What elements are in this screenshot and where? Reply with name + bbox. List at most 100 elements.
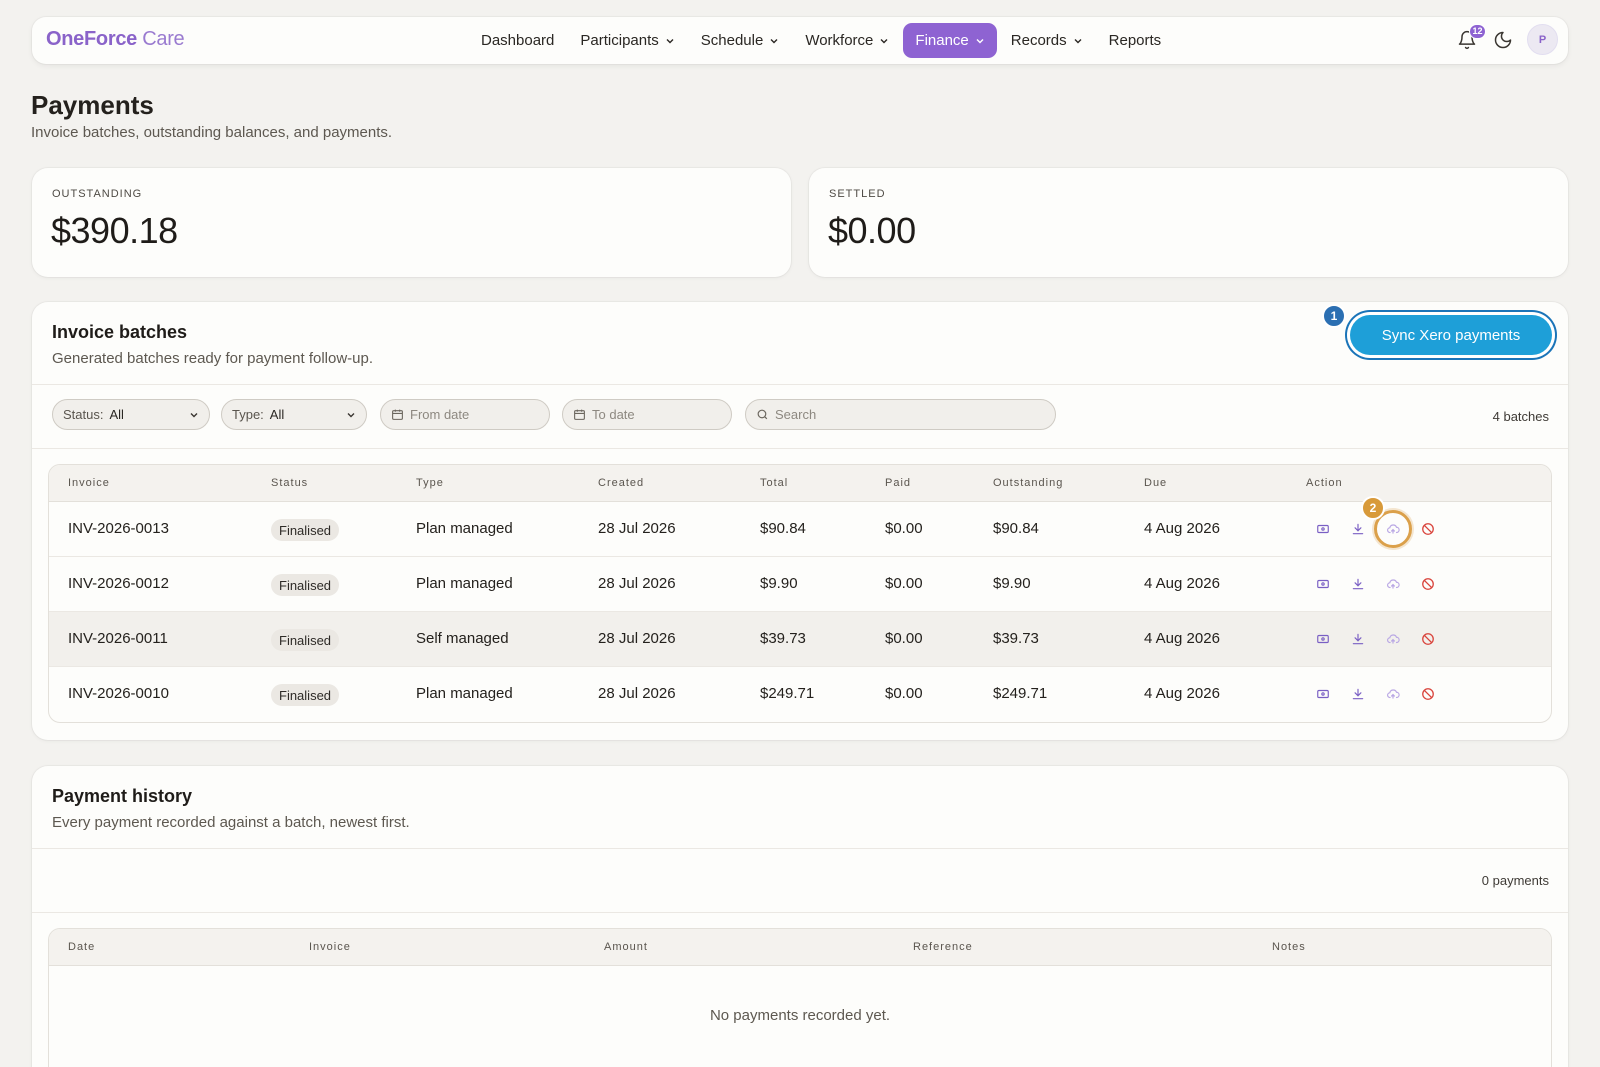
step-marker: 1 — [1322, 304, 1346, 328]
status-filter-value: All — [109, 407, 124, 422]
from-date-placeholder: From date — [410, 407, 470, 422]
page-title: Payments — [31, 90, 154, 120]
step-marker: 2 — [1361, 496, 1385, 520]
table-row[interactable]: INV-2026-0011 Finalised Self managed 28 Jul… — [49, 612, 1551, 667]
cell-due: 4 Aug 2026 — [1144, 520, 1220, 537]
main-menu: Dashboard Participants Schedule Workforce Fi… — [469, 23, 1173, 58]
cloud-sync-icon — [1387, 634, 1400, 644]
table-header: Date Invoice Amount Reference Notes — [49, 929, 1551, 966]
page-subtitle: Invoice batches, outstanding balances, a… — [31, 124, 393, 141]
search-icon — [757, 409, 768, 420]
cell-paid: $0.00 — [885, 520, 923, 537]
nav-item-reports[interactable]: Reports — [1097, 23, 1174, 58]
type-filter-label: Type: — [232, 407, 264, 422]
outstanding-value: $390.18 — [51, 210, 178, 251]
status-filter[interactable]: Status: All — [52, 399, 210, 430]
void-icon — [1422, 633, 1434, 645]
column-header-invoice: Invoice — [68, 477, 110, 489]
notification-count-badge: 12 — [1469, 23, 1486, 39]
calendar-icon — [574, 409, 585, 420]
section-title: Payment history — [52, 786, 193, 806]
settled-card: SETTLED $0.00 — [809, 168, 1568, 277]
column-header-paid: Paid — [885, 477, 912, 489]
sync-xero-button[interactable] — [1385, 631, 1401, 647]
nav-item-label: Records — [1010, 32, 1067, 49]
record-payment-button[interactable] — [1315, 576, 1331, 592]
download-button[interactable] — [1350, 631, 1366, 647]
sync-xero-button[interactable] — [1385, 686, 1401, 702]
cell-type: Plan managed — [416, 575, 513, 592]
cell-type: Plan managed — [416, 520, 513, 537]
nav-item-records[interactable]: Records — [999, 23, 1095, 58]
search-input[interactable]: Search — [745, 399, 1056, 430]
cell-due: 4 Aug 2026 — [1144, 630, 1220, 647]
record-payment-icon — [1317, 579, 1329, 589]
table-row[interactable]: INV-2026-0012 Finalised Plan managed 28 Jul… — [49, 557, 1551, 612]
to-date-field[interactable]: To date — [562, 399, 732, 430]
column-header-type: Type — [416, 477, 444, 489]
record-payment-button[interactable] — [1315, 686, 1331, 702]
sync-xero-button[interactable] — [1385, 576, 1401, 592]
cell-total: $9.90 — [760, 575, 798, 592]
theme-toggle-button[interactable] — [1491, 28, 1515, 52]
chevron-down-icon — [880, 38, 888, 43]
user-avatar[interactable]: P — [1527, 24, 1558, 55]
cell-outstanding: $249.71 — [993, 685, 1048, 702]
cell-total: $249.71 — [760, 685, 815, 702]
record-payment-button[interactable] — [1315, 521, 1331, 537]
nav-item-label: Reports — [1108, 32, 1162, 49]
notifications-button[interactable]: 12 — [1455, 23, 1486, 52]
nav-item-label: Workforce — [805, 32, 874, 49]
column-header-action: Action — [1306, 477, 1343, 489]
cloud-sync-icon — [1387, 689, 1400, 699]
chevron-down-icon — [190, 412, 198, 417]
nav-item-label: Finance — [915, 32, 969, 49]
void-button[interactable] — [1420, 686, 1436, 702]
settled-label: SETTLED — [829, 188, 886, 200]
status-badge: Finalised — [271, 684, 340, 706]
table-row[interactable]: INV-2026-0013 Finalised Plan managed 28 Jul… — [49, 496, 1551, 557]
nav-item-schedule[interactable]: Schedule — [689, 23, 792, 58]
download-icon — [1352, 578, 1364, 590]
invoice-batches-section: Invoice batches Generated batches ready … — [32, 302, 1568, 740]
cell-created: 28 Jul 2026 — [598, 685, 676, 702]
void-button[interactable] — [1420, 576, 1436, 592]
type-filter-value: All — [269, 407, 285, 422]
download-icon — [1352, 523, 1364, 535]
download-button[interactable] — [1350, 576, 1366, 592]
status-badge: Finalised — [271, 519, 340, 541]
nav-item-workforce[interactable]: Workforce — [793, 23, 901, 58]
record-payment-button[interactable] — [1315, 631, 1331, 647]
table-row[interactable]: INV-2026-0010 Finalised Plan managed 28 Jul… — [49, 667, 1551, 722]
cell-due: 4 Aug 2026 — [1144, 575, 1220, 592]
column-header-reference: Reference — [913, 941, 973, 953]
download-button[interactable] — [1350, 521, 1366, 537]
cell-invoice: INV-2026-0010 — [68, 685, 169, 702]
sync-xero-payments-button[interactable]: Sync Xero payments — [1350, 315, 1552, 355]
void-button[interactable] — [1420, 631, 1436, 647]
search-placeholder: Search — [775, 407, 817, 422]
moon-icon — [1494, 31, 1512, 48]
batch-count: 4 batches — [1492, 409, 1549, 424]
cell-created: 28 Jul 2026 — [598, 575, 676, 592]
section-subtitle: Every payment recorded against a batch, … — [52, 814, 410, 831]
chevron-down-icon — [770, 38, 778, 43]
outstanding-label: OUTSTANDING — [52, 188, 143, 200]
brand-name: OneForce — [46, 28, 137, 50]
nav-item-participants[interactable]: Participants — [568, 23, 686, 58]
cell-total: $90.84 — [760, 520, 806, 537]
download-button[interactable] — [1350, 686, 1366, 702]
void-button[interactable] — [1420, 521, 1436, 537]
cell-due: 4 Aug 2026 — [1144, 685, 1220, 702]
nav-item-finance[interactable]: Finance — [903, 23, 997, 58]
chevron-down-icon — [666, 38, 674, 43]
nav-item-label: Dashboard — [481, 32, 555, 49]
type-filter[interactable]: Type: All — [221, 399, 367, 430]
nav-item-dashboard[interactable]: Dashboard — [469, 23, 566, 58]
record-payment-icon — [1317, 689, 1329, 699]
from-date-field[interactable]: From date — [380, 399, 550, 430]
column-header-notes: Notes — [1272, 941, 1306, 953]
cell-paid: $0.00 — [885, 630, 923, 647]
divider — [32, 848, 1568, 849]
brand-logo[interactable]: OneForce Care — [46, 28, 185, 51]
